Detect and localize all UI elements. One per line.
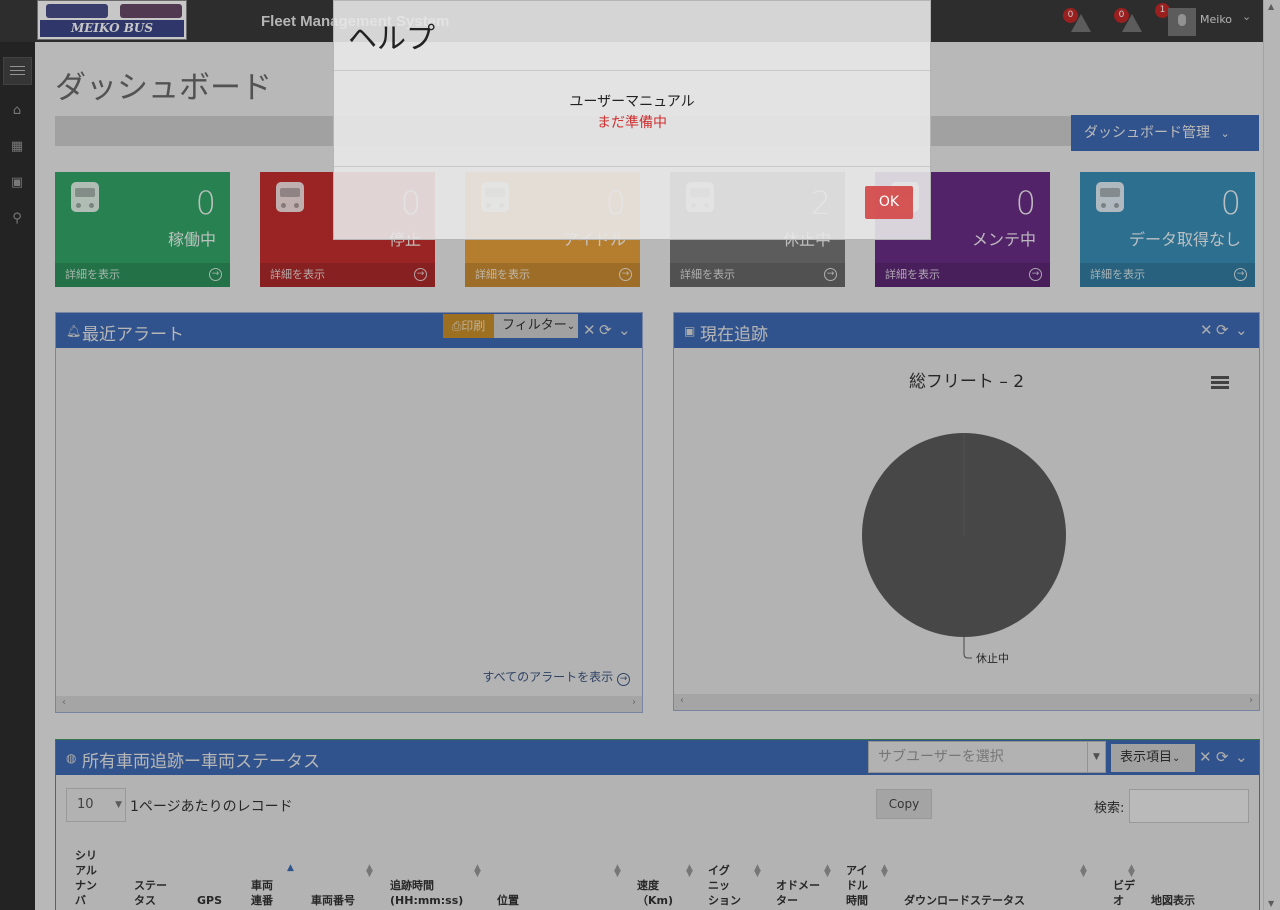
- user-manual-link[interactable]: ユーザーマニュアル: [334, 91, 930, 111]
- ok-button[interactable]: OK: [865, 186, 913, 219]
- help-modal: ヘルプ ユーザーマニュアル まだ準備中 OK: [333, 0, 931, 240]
- divider: [334, 70, 930, 71]
- modal-title: ヘルプ: [348, 21, 436, 55]
- status-message: まだ準備中: [597, 115, 667, 131]
- divider: [334, 166, 930, 167]
